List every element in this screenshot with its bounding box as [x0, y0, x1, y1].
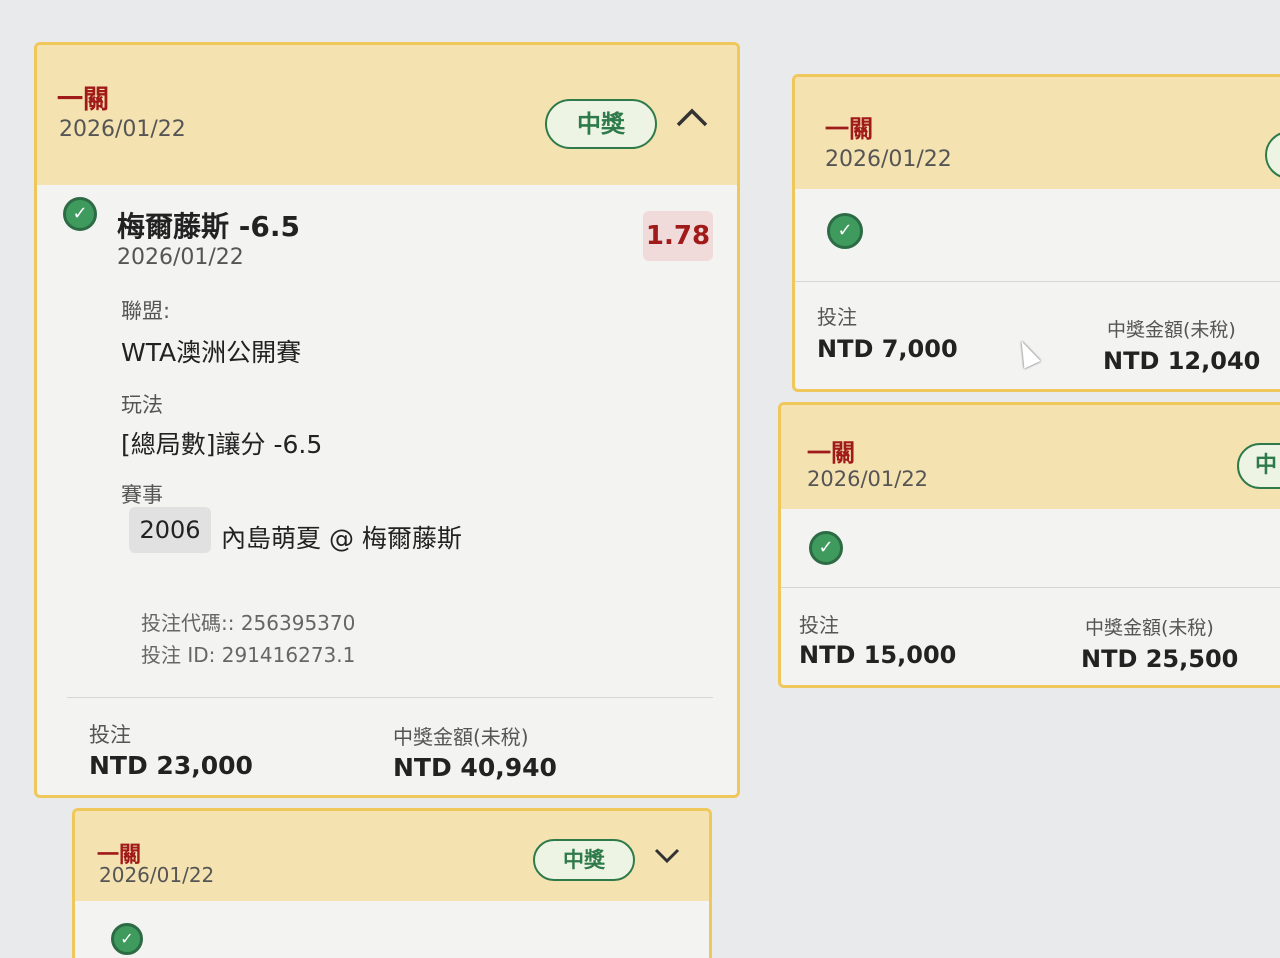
stake-amount: NTD 7,000 — [817, 335, 958, 363]
divider — [795, 281, 1280, 282]
status-badge-win: 中 — [1237, 443, 1280, 489]
bet-date: 2026/01/22 — [59, 117, 186, 142]
payout-label: 中獎金額(未稅) — [393, 725, 529, 749]
payout-amount: NTD 25,500 — [1081, 645, 1239, 673]
bet-card-expanded: 一關 2026/01/22 中獎 ✓ 梅爾藤斯 -6.5 2026/01/22 … — [34, 42, 740, 798]
league-label: 聯盟: — [121, 299, 171, 323]
bet-card-header[interactable]: 一關 2026/01/22 — [795, 77, 1280, 189]
check-circle-icon: ✓ — [809, 531, 843, 565]
status-badge-win: 中獎 — [545, 99, 657, 149]
divider — [781, 587, 1280, 588]
bet-card-header[interactable]: 一關 2026/01/22 中 — [781, 405, 1280, 509]
stake-label: 投注 — [817, 305, 857, 329]
payout-label: 中獎金額(未稅) — [1107, 319, 1236, 341]
bet-id: 投注 ID: 291416273.1 — [141, 643, 356, 667]
chevron-up-icon[interactable] — [675, 101, 709, 136]
stake-amount: NTD 23,000 — [89, 751, 253, 780]
bet-code: 投注代碼:: 256395370 — [141, 611, 356, 635]
market-label: 玩法 — [121, 393, 163, 417]
bet-date: 2026/01/22 — [807, 467, 929, 491]
stake-label: 投注 — [799, 613, 839, 637]
bet-date: 2026/01/22 — [825, 147, 952, 172]
status-badge-win: 中獎 — [533, 839, 635, 881]
divider — [67, 697, 713, 698]
selection-date: 2026/01/22 — [117, 245, 244, 270]
selection-name: 梅爾藤斯 -6.5 — [117, 210, 300, 243]
bet-card-collapsed: 一關 2026/01/22 ✓ 投注 NTD 7,000 中獎金額(未稅) NT… — [792, 74, 1280, 392]
bet-card-collapsed: 一關 2026/01/22 中 ✓ 投注 NTD 15,000 中獎金額(未稅)… — [778, 402, 1280, 688]
event-code-badge: 2006 — [129, 507, 211, 553]
bet-card-collapsed: 一關 2026/01/22 中獎 ✓ — [72, 808, 712, 958]
bet-date: 2026/01/22 — [99, 863, 215, 887]
payout-label: 中獎金額(未稅) — [1085, 617, 1214, 639]
stake-amount: NTD 15,000 — [799, 641, 957, 669]
bet-type-label: 一關 — [807, 439, 855, 467]
chevron-down-icon[interactable] — [653, 843, 681, 871]
bet-type-label: 一關 — [825, 115, 873, 143]
payout-amount: NTD 12,040 — [1103, 347, 1261, 375]
status-badge-win — [1265, 131, 1280, 179]
check-circle-icon: ✓ — [63, 197, 97, 231]
bet-card-header[interactable]: 一關 2026/01/22 中獎 — [37, 45, 737, 185]
check-circle-icon: ✓ — [111, 923, 143, 955]
stake-label: 投注 — [89, 723, 131, 747]
check-circle-icon: ✓ — [827, 213, 863, 249]
market-value: [總局數]讓分 -6.5 — [121, 430, 323, 459]
event-match: 內島萌夏 @ 梅爾藤斯 — [221, 524, 462, 553]
league-value: WTA澳洲公開賽 — [121, 338, 302, 367]
bet-type-label: 一關 — [57, 85, 110, 115]
odds-badge: 1.78 — [643, 211, 713, 261]
bet-card-header[interactable]: 一關 2026/01/22 中獎 — [75, 811, 709, 901]
event-label: 賽事 — [121, 483, 163, 507]
payout-amount: NTD 40,940 — [393, 753, 557, 782]
